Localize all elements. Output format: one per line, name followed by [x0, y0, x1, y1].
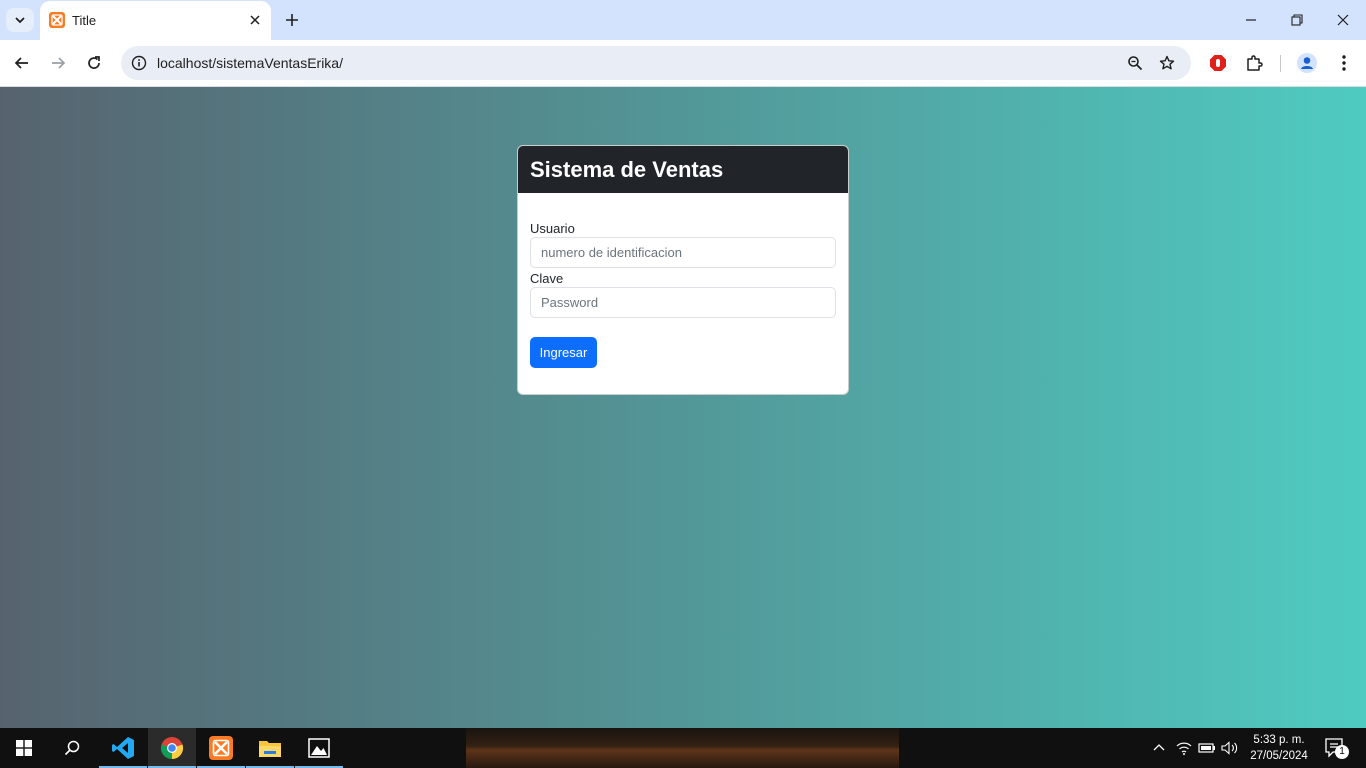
- start-button[interactable]: [0, 728, 48, 768]
- battery-tray-button[interactable]: [1197, 738, 1217, 758]
- xampp-icon: [209, 736, 233, 760]
- login-card: Sistema de Ventas Usuario Clave Ingresar: [517, 145, 849, 395]
- browser-toolbar: localhost/sistemaVentasErika/: [0, 40, 1366, 87]
- zoom-icon: [1128, 56, 1143, 71]
- login-card-header: Sistema de Ventas: [518, 146, 848, 193]
- info-icon: [131, 55, 147, 71]
- xampp-favicon-icon: [49, 12, 65, 28]
- network-tray-button[interactable]: [1174, 738, 1194, 758]
- page-background: Sistema de Ventas Usuario Clave Ingresar: [0, 87, 1366, 728]
- new-tab-button[interactable]: [282, 10, 302, 30]
- toolbar-separator: [1280, 55, 1281, 72]
- search-icon: [64, 740, 80, 756]
- chevron-up-icon: [1153, 744, 1165, 751]
- folder-icon: [259, 741, 281, 757]
- reload-icon: [88, 56, 100, 69]
- minimize-icon: [1246, 19, 1256, 21]
- close-window-button[interactable]: [1320, 0, 1366, 40]
- windows-logo-icon: [16, 740, 32, 756]
- photos-icon: [308, 738, 330, 758]
- tab-title: Title: [72, 13, 97, 28]
- taskbar-vscode[interactable]: [99, 728, 147, 768]
- tab-close-button[interactable]: [247, 12, 263, 28]
- address-bar[interactable]: localhost/sistemaVentasErika/: [121, 46, 1191, 80]
- site-info-button[interactable]: [129, 53, 149, 73]
- windows-taskbar: 5:33 p. m. 27/05/2024 1: [0, 728, 1366, 768]
- arrow-left-icon: [14, 57, 28, 69]
- browser-tab[interactable]: Title: [40, 1, 271, 40]
- back-button[interactable]: [10, 51, 34, 75]
- minimize-button[interactable]: [1228, 0, 1274, 40]
- zoom-button[interactable]: [1125, 53, 1145, 73]
- usuario-input[interactable]: [530, 237, 836, 268]
- stop-hand-icon: [1210, 55, 1226, 71]
- wifi-icon: [1176, 742, 1192, 755]
- action-center-button[interactable]: 1: [1318, 736, 1358, 760]
- speaker-icon: [1221, 741, 1238, 755]
- close-icon: [1337, 14, 1349, 26]
- usuario-label: Usuario: [530, 221, 575, 236]
- clock-date: 27/05/2024: [1250, 750, 1308, 762]
- tab-search-button[interactable]: [6, 8, 34, 32]
- taskbar-file-explorer[interactable]: [246, 728, 294, 768]
- chrome-icon: [160, 737, 184, 760]
- restore-icon: [1291, 14, 1303, 26]
- star-icon: [1159, 55, 1175, 70]
- browser-tab-strip: Title: [0, 0, 1366, 40]
- arrow-right-icon: [52, 57, 66, 69]
- clave-input[interactable]: [530, 287, 836, 318]
- forward-button[interactable]: [46, 51, 70, 75]
- taskbar-chrome[interactable]: [148, 728, 196, 768]
- login-title: Sistema de Ventas: [530, 156, 724, 182]
- volume-tray-button[interactable]: [1220, 738, 1240, 758]
- extensions-button[interactable]: [1243, 52, 1265, 74]
- chevron-down-icon: [15, 17, 25, 24]
- show-hidden-icons-button[interactable]: [1149, 738, 1169, 758]
- ingresar-button[interactable]: Ingresar: [530, 337, 597, 368]
- clave-label: Clave: [530, 271, 564, 286]
- profile-avatar-icon: [1297, 53, 1317, 73]
- puzzle-icon: [1247, 55, 1263, 71]
- restore-button[interactable]: [1274, 0, 1320, 40]
- taskbar-photos[interactable]: [295, 728, 343, 768]
- taskbar-xampp[interactable]: [197, 728, 245, 768]
- adblock-extension-button[interactable]: [1207, 52, 1229, 74]
- vscode-icon: [112, 737, 134, 759]
- more-vertical-icon: [1342, 55, 1346, 71]
- reload-button[interactable]: [82, 51, 106, 75]
- close-icon: [250, 15, 260, 25]
- login-form: Usuario Clave Ingresar: [518, 221, 848, 368]
- profile-button[interactable]: [1296, 52, 1318, 74]
- clock-time: 5:33 p. m.: [1253, 734, 1305, 746]
- taskbar-search-button[interactable]: [48, 728, 96, 768]
- window-preview-thumbnail: [466, 728, 899, 768]
- bookmark-button[interactable]: [1157, 53, 1177, 73]
- notification-count-badge: 1: [1335, 745, 1349, 759]
- url-text: localhost/sistemaVentasErika/: [157, 55, 343, 71]
- battery-icon: [1198, 743, 1215, 753]
- browser-menu-button[interactable]: [1333, 52, 1355, 74]
- system-clock[interactable]: 5:33 p. m. 27/05/2024: [1244, 732, 1314, 764]
- plus-icon: [286, 14, 298, 26]
